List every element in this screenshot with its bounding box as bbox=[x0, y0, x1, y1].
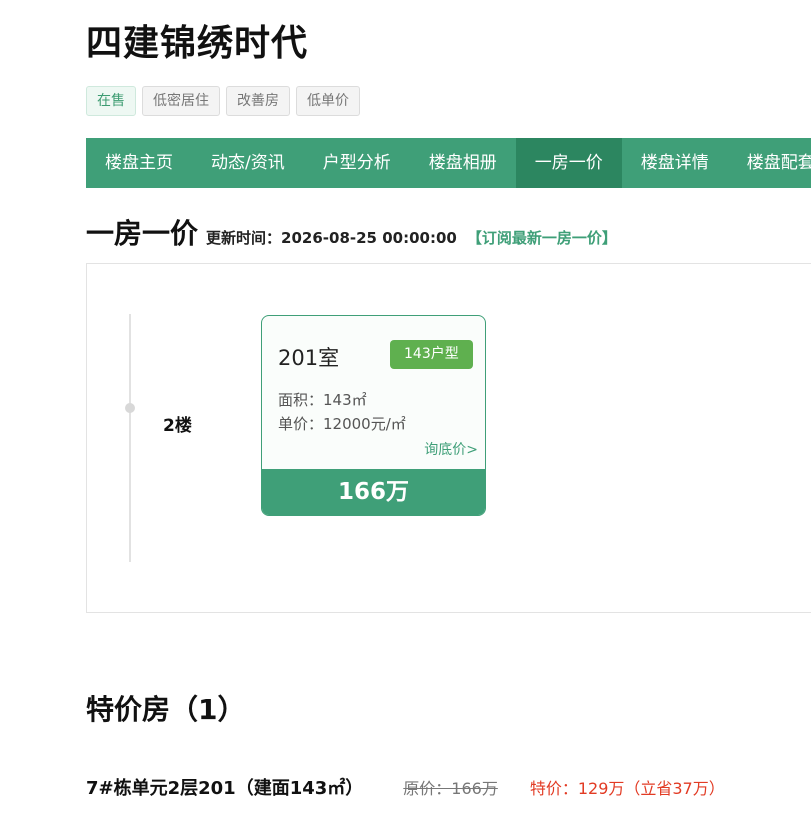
subscribe-price-link[interactable]: 【订阅最新一房一价】 bbox=[467, 227, 617, 248]
unit-card[interactable]: 201室 143户型 面积：143㎡ 单价：12000元/㎡ 询底价> 166万 bbox=[261, 315, 486, 516]
ask-lowest-price-link[interactable]: 询底价> bbox=[424, 439, 478, 459]
nav-item-home[interactable]: 楼盘主页 bbox=[86, 138, 192, 188]
nav-item-facilities[interactable]: 楼盘配套 bbox=[728, 138, 811, 188]
update-time-label: 更新时间： bbox=[206, 229, 282, 247]
nav-item-album[interactable]: 楼盘相册 bbox=[410, 138, 516, 188]
unit-room-number: 201室 bbox=[278, 346, 340, 370]
price-list-panel: 2楼 201室 143户型 面积：143㎡ 单价：12000元/㎡ 询底价> 1… bbox=[86, 263, 811, 613]
floor-label: 2楼 bbox=[163, 416, 192, 436]
update-time-value: 2026-08-25 00:00:00 bbox=[281, 229, 457, 247]
nav-item-floorplans[interactable]: 户型分析 bbox=[304, 138, 410, 188]
special-offer-name: 7#栋单元2层201（建面143㎡） bbox=[86, 778, 364, 799]
unit-total-price: 166万 bbox=[262, 469, 485, 515]
special-offers-title: 特价房（1） bbox=[86, 693, 246, 726]
floor-timeline-dot bbox=[125, 403, 135, 413]
unit-unit-price: 单价：12000元/㎡ bbox=[278, 415, 406, 433]
tag-on-sale: 在售 bbox=[86, 86, 136, 116]
tag-upgrade-home: 改善房 bbox=[226, 86, 290, 116]
page: 四建锦绣时代 在售 低密居住 改善房 低单价 楼盘主页 动态/资讯 户型分析 楼… bbox=[0, 0, 811, 825]
nav-item-news[interactable]: 动态/资讯 bbox=[192, 138, 304, 188]
special-offer-original-price: 原价：166万 bbox=[403, 779, 498, 798]
nav-item-price-list[interactable]: 一房一价 bbox=[515, 138, 622, 188]
main-nav: 楼盘主页 动态/资讯 户型分析 楼盘相册 一房一价 楼盘详情 楼盘配套 bbox=[86, 138, 811, 188]
unit-area: 面积：143㎡ bbox=[278, 391, 367, 409]
price-list-header: 一房一价 更新时间： 2026-08-25 00:00:00 【订阅最新一房一价… bbox=[86, 212, 617, 252]
tag-list: 在售 低密居住 改善房 低单价 bbox=[86, 86, 360, 116]
tag-low-unit-price: 低单价 bbox=[296, 86, 360, 116]
floor-timeline bbox=[129, 314, 131, 562]
price-list-title: 一房一价 bbox=[86, 217, 199, 250]
special-offer-price: 特价：129万（立省37万） bbox=[529, 779, 725, 798]
page-title: 四建锦绣时代 bbox=[86, 23, 309, 64]
nav-item-details[interactable]: 楼盘详情 bbox=[622, 138, 728, 188]
special-offer-row[interactable]: 7#栋单元2层201（建面143㎡） 原价：166万 特价：129万（立省37万… bbox=[86, 774, 725, 800]
unit-type-badge: 143户型 bbox=[390, 340, 473, 369]
tag-low-density: 低密居住 bbox=[142, 86, 220, 116]
